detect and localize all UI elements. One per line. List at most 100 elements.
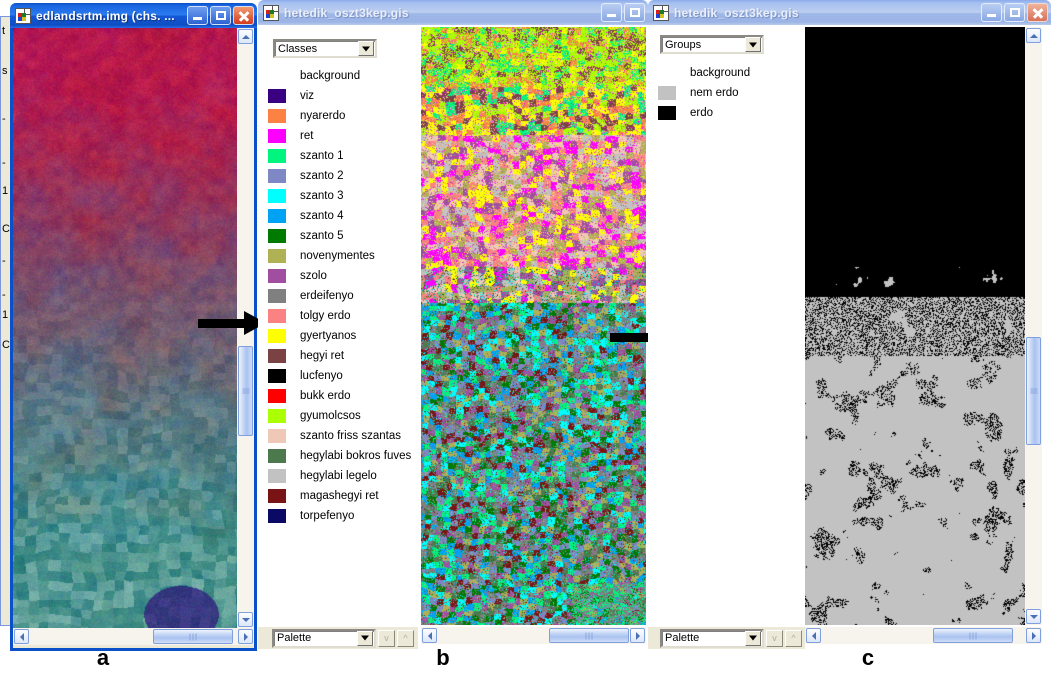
chevron-down-icon[interactable] bbox=[358, 41, 374, 56]
palette-down-button-c[interactable]: v bbox=[766, 629, 783, 647]
class-legend-row[interactable]: szanto 1 bbox=[258, 146, 418, 166]
class-legend-color-swatch[interactable] bbox=[268, 509, 286, 523]
class-legend-row[interactable]: torpefenyo bbox=[258, 506, 418, 526]
class-legend-color-swatch[interactable] bbox=[268, 269, 286, 283]
class-legend-color-swatch[interactable] bbox=[268, 469, 286, 483]
class-legend-row[interactable]: hegylabi legelo bbox=[258, 466, 418, 486]
class-legend-row[interactable]: hegyi ret bbox=[258, 346, 418, 366]
vscroll-thumb-a[interactable] bbox=[238, 346, 253, 436]
class-legend-color-swatch[interactable] bbox=[268, 369, 286, 383]
hscrollbar-a[interactable] bbox=[13, 628, 254, 645]
class-legend-row[interactable]: szolo bbox=[258, 266, 418, 286]
palette-up-button-c[interactable]: ^ bbox=[785, 629, 802, 647]
class-legend-row[interactable]: bukk erdo bbox=[258, 386, 418, 406]
class-legend-row[interactable]: magashegyi ret bbox=[258, 486, 418, 506]
group-legend-row[interactable]: nem erdo bbox=[648, 83, 805, 103]
window-a-controls[interactable] bbox=[185, 6, 254, 25]
class-legend-row[interactable]: lucfenyo bbox=[258, 366, 418, 386]
class-legend-color-swatch[interactable] bbox=[268, 289, 286, 303]
class-legend-color-swatch[interactable] bbox=[268, 429, 286, 443]
titlebar-window-a[interactable]: edlandsrtm.img (chs. ... bbox=[10, 3, 257, 28]
group-legend-color-swatch[interactable] bbox=[658, 66, 676, 80]
close-button[interactable] bbox=[1027, 3, 1048, 22]
class-legend-color-swatch[interactable] bbox=[268, 449, 286, 463]
minimize-button[interactable] bbox=[601, 3, 622, 22]
class-legend-row[interactable]: szanto 4 bbox=[258, 206, 418, 226]
image-canvas-c[interactable] bbox=[805, 27, 1025, 625]
palette-down-button-b[interactable]: v bbox=[378, 629, 395, 647]
class-legend-row[interactable]: background bbox=[258, 66, 418, 86]
class-legend-color-swatch[interactable] bbox=[268, 129, 286, 143]
hscroll-thumb-a[interactable] bbox=[153, 629, 233, 644]
class-legend-color-swatch[interactable] bbox=[268, 489, 286, 503]
class-legend-color-swatch[interactable] bbox=[268, 329, 286, 343]
groups-selector[interactable]: Groups bbox=[660, 35, 764, 54]
class-legend-row[interactable]: viz bbox=[258, 86, 418, 106]
chevron-down-icon[interactable] bbox=[745, 37, 761, 52]
class-legend-color-swatch[interactable] bbox=[268, 409, 286, 423]
titlebar-window-c[interactable]: hetedik_oszt3kep.gis bbox=[648, 0, 1051, 25]
scroll-right-button-c[interactable] bbox=[1026, 628, 1041, 643]
minimize-button[interactable] bbox=[981, 3, 1002, 22]
class-legend-color-swatch[interactable] bbox=[268, 89, 286, 103]
palette-selector-b[interactable]: Palette bbox=[272, 628, 376, 648]
scroll-left-button-c[interactable] bbox=[806, 628, 821, 643]
class-legend-row[interactable]: erdeifenyo bbox=[258, 286, 418, 306]
scroll-right-button-a[interactable] bbox=[238, 629, 253, 644]
window-hetedik-classes[interactable]: hetedik_oszt3kep.gis Classes background v… bbox=[258, 0, 648, 652]
window-c-controls[interactable] bbox=[979, 3, 1048, 22]
class-legend-row[interactable]: szanto friss szantas bbox=[258, 426, 418, 446]
class-legend-color-swatch[interactable] bbox=[268, 229, 286, 243]
class-legend-color-swatch[interactable] bbox=[268, 309, 286, 323]
scroll-left-button-a[interactable] bbox=[14, 629, 29, 644]
vscrollbar-c[interactable] bbox=[1025, 27, 1042, 625]
scroll-left-button-b[interactable] bbox=[422, 628, 437, 643]
palette-up-button-b[interactable]: ^ bbox=[397, 629, 414, 647]
class-legend-color-swatch[interactable] bbox=[268, 349, 286, 363]
class-legend-row[interactable]: nyarerdo bbox=[258, 106, 418, 126]
window-b-controls[interactable] bbox=[599, 3, 645, 22]
close-button[interactable] bbox=[233, 6, 254, 25]
chevron-down-icon[interactable] bbox=[357, 630, 373, 646]
class-legend-row[interactable]: novenymentes bbox=[258, 246, 418, 266]
chevron-down-icon[interactable] bbox=[745, 630, 761, 646]
class-legend-row[interactable]: szanto 5 bbox=[258, 226, 418, 246]
class-legend-color-swatch[interactable] bbox=[268, 209, 286, 223]
class-legend-row[interactable]: szanto 2 bbox=[258, 166, 418, 186]
maximize-button[interactable] bbox=[210, 6, 231, 25]
hscrollbar-b[interactable] bbox=[421, 627, 646, 644]
class-legend-color-swatch[interactable] bbox=[268, 149, 286, 163]
hscroll-thumb-c[interactable] bbox=[933, 628, 1013, 643]
class-legend-color-swatch[interactable] bbox=[268, 69, 286, 83]
window-hetedik-groups[interactable]: hetedik_oszt3kep.gis Groups background ne… bbox=[648, 0, 1051, 652]
hscrollbar-c[interactable] bbox=[805, 627, 1042, 644]
class-legend-row[interactable]: szanto 3 bbox=[258, 186, 418, 206]
class-legend-color-swatch[interactable] bbox=[268, 389, 286, 403]
palette-selector-c[interactable]: Palette bbox=[660, 628, 764, 648]
group-legend-color-swatch[interactable] bbox=[658, 86, 676, 100]
scroll-up-button-c[interactable] bbox=[1026, 28, 1041, 43]
class-legend-row[interactable]: ret bbox=[258, 126, 418, 146]
maximize-button[interactable] bbox=[1004, 3, 1025, 22]
class-legend-color-swatch[interactable] bbox=[268, 169, 286, 183]
group-legend-color-swatch[interactable] bbox=[658, 106, 676, 120]
classes-selector[interactable]: Classes bbox=[273, 39, 377, 58]
class-legend-color-swatch[interactable] bbox=[268, 109, 286, 123]
class-legend-row[interactable]: gyumolcsos bbox=[258, 406, 418, 426]
class-legend-row[interactable]: tolgy erdo bbox=[258, 306, 418, 326]
scroll-down-button-a[interactable] bbox=[238, 612, 253, 627]
group-legend-row[interactable]: background bbox=[648, 63, 805, 83]
maximize-button[interactable] bbox=[624, 3, 645, 22]
class-legend-row[interactable]: hegylabi bokros fuves bbox=[258, 446, 418, 466]
scroll-up-button-a[interactable] bbox=[238, 29, 253, 44]
titlebar-window-b[interactable]: hetedik_oszt3kep.gis bbox=[258, 0, 648, 25]
class-legend-row[interactable]: gyertyanos bbox=[258, 326, 418, 346]
hscroll-thumb-b[interactable] bbox=[549, 628, 629, 643]
scroll-down-button-c[interactable] bbox=[1026, 609, 1041, 624]
scroll-right-button-b[interactable] bbox=[630, 628, 645, 643]
group-legend-row[interactable]: erdo bbox=[648, 103, 805, 123]
class-legend-color-swatch[interactable] bbox=[268, 249, 286, 263]
class-legend-color-swatch[interactable] bbox=[268, 189, 286, 203]
minimize-button[interactable] bbox=[187, 6, 208, 25]
vscroll-thumb-c[interactable] bbox=[1026, 337, 1041, 445]
